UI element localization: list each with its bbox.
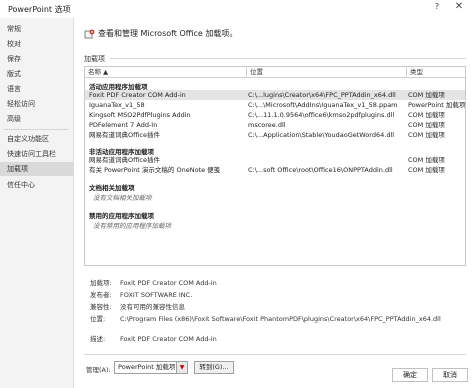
- detail-label: 加载项:: [90, 279, 112, 287]
- detail-value: C:\Program Files (x86)\Foxit Software\Fo…: [120, 315, 441, 323]
- row-location: C:\...11.1.0.9564\office6\kmso2pdfplugin…: [248, 111, 395, 119]
- sidebar-item-layout[interactable]: 版式: [0, 67, 73, 81]
- window-title: PowerPoint 选项: [8, 5, 71, 14]
- page-header: 查看和管理 Microsoft Office 加载项。: [98, 29, 238, 38]
- group-empty-note: 没有文档相关加载项: [93, 194, 152, 202]
- addins-list[interactable]: 名称 ▲ 位置 类型 活动应用程序加载项 Foxit PDF Creator C…: [84, 66, 466, 266]
- table-row[interactable]: 网易有道词典Office插件 C:\...Application\Stable\…: [85, 130, 465, 140]
- table-row[interactable]: 网易有道词典Office插件 COM 加载项: [85, 155, 465, 165]
- row-location: C:\...Application\Stable\YoudaoGetWord64…: [248, 131, 395, 139]
- sidebar-item-trust-center[interactable]: 信任中心: [0, 178, 73, 192]
- row-type: COM 加载项: [408, 166, 445, 174]
- chevron-down-icon[interactable]: ▼: [176, 362, 187, 373]
- detail-value: FOXIT SOFTWARE INC.: [120, 291, 193, 299]
- group-empty-note: 没有禁用的应用程序加载项: [93, 222, 171, 230]
- sidebar-item-quick-access-toolbar[interactable]: 快速访问工具栏: [0, 147, 73, 161]
- detail-label: 发布者:: [90, 291, 112, 299]
- group-title-document: 文档相关加载项: [89, 184, 135, 192]
- row-name: 有关 PowerPoint 演示文稿的 OneNote 便笺: [89, 166, 221, 174]
- row-name: 网易有道词典Office插件: [89, 156, 160, 164]
- detail-label: 位置:: [90, 315, 106, 323]
- sidebar-item-addins[interactable]: 加载项: [0, 162, 73, 176]
- column-header-type[interactable]: 类型: [407, 67, 465, 78]
- help-icon[interactable]: ?: [430, 2, 444, 16]
- row-type: COM 加载项: [408, 111, 445, 119]
- goto-button[interactable]: 转到(G)...: [194, 361, 234, 374]
- detail-value: Foxit PDF Creator COM Add-in: [120, 279, 217, 287]
- main-panel: 查看和管理 Microsoft Office 加载项。 加载项 名称 ▲ 位置 …: [80, 18, 470, 388]
- detail-value: Foxit PDF Creator COM Add-in: [120, 335, 217, 343]
- row-location: mscoree.dll: [248, 121, 286, 129]
- ok-button[interactable]: 确定: [392, 368, 428, 382]
- sidebar-item-proofing[interactable]: 校对: [0, 37, 73, 51]
- row-type: COM 加载项: [408, 131, 445, 139]
- row-name: PDFelement 7 Add-In: [89, 121, 158, 129]
- manage-select[interactable]: PowerPoint 加载项 ▼: [114, 361, 188, 374]
- row-type: COM 加载项: [408, 91, 445, 99]
- column-header-name[interactable]: 名称 ▲: [85, 67, 247, 78]
- bottom-divider: [84, 354, 466, 355]
- cancel-button[interactable]: 取消: [432, 368, 468, 382]
- table-row[interactable]: PDFelement 7 Add-In mscoree.dll COM 加载项: [85, 120, 465, 130]
- table-row[interactable]: Foxit PDF Creator COM Add-in C:\...lugin…: [85, 90, 465, 100]
- row-type: COM 加载项: [408, 156, 445, 164]
- row-name: 网易有道词典Office插件: [89, 131, 160, 139]
- manage-selected-value: PowerPoint 加载项: [118, 363, 176, 371]
- addins-section-label: 加载项: [84, 55, 105, 63]
- row-type: COM 加载项: [408, 121, 445, 129]
- detail-value: 没有可用的兼容性信息: [120, 303, 185, 311]
- sidebar-item-save[interactable]: 保存: [0, 52, 73, 66]
- detail-label: 兼容性:: [90, 303, 112, 311]
- table-row[interactable]: IguanaTex_v1_58 C:\...\Microsoft\AddIns\…: [85, 100, 465, 110]
- row-type: PowerPoint 加载项: [408, 101, 465, 109]
- sidebar-item-customize-ribbon[interactable]: 自定义功能区: [0, 132, 73, 146]
- sidebar-item-advanced[interactable]: 高级: [0, 112, 73, 126]
- row-name: Foxit PDF Creator COM Add-in: [89, 91, 186, 99]
- addins-gear-icon: [84, 29, 95, 39]
- close-icon[interactable]: ✕: [452, 1, 466, 15]
- column-header-location[interactable]: 位置: [247, 67, 407, 78]
- manage-label: 管理(A):: [86, 366, 111, 374]
- row-location: C:\...soft Office\root\Office16\ONPPTAdd…: [248, 166, 393, 174]
- detail-label: 描述:: [90, 335, 106, 343]
- row-location: C:\...\Microsoft\AddIns\IguanaTex_v1_58.…: [248, 101, 398, 109]
- row-name: IguanaTex_v1_58: [89, 101, 145, 109]
- table-row[interactable]: Kingsoft MSO2PdfPlugins Addin C:\...11.1…: [85, 110, 465, 120]
- sidebar-item-language[interactable]: 语言: [0, 82, 73, 96]
- title-bar: PowerPoint 选项 ? ✕: [0, 0, 474, 18]
- row-name: Kingsoft MSO2PdfPlugins Addin: [89, 111, 191, 119]
- sidebar-item-accessibility[interactable]: 轻松访问: [0, 97, 73, 111]
- table-row[interactable]: 有关 PowerPoint 演示文稿的 OneNote 便笺 C:\...sof…: [85, 165, 465, 175]
- row-location: C:\...lugins\Creator\x64\FPC_PPTAddin_x6…: [248, 91, 396, 99]
- section-divider: [110, 58, 466, 59]
- group-title-disabled: 禁用的应用程序加载项: [89, 212, 154, 220]
- sidebar: 常规 校对 保存 版式 语言 轻松访问 高级 自定义功能区 快速访问工具栏 加载…: [0, 18, 74, 388]
- sidebar-item-general[interactable]: 常规: [0, 22, 73, 36]
- sidebar-divider: [4, 129, 68, 130]
